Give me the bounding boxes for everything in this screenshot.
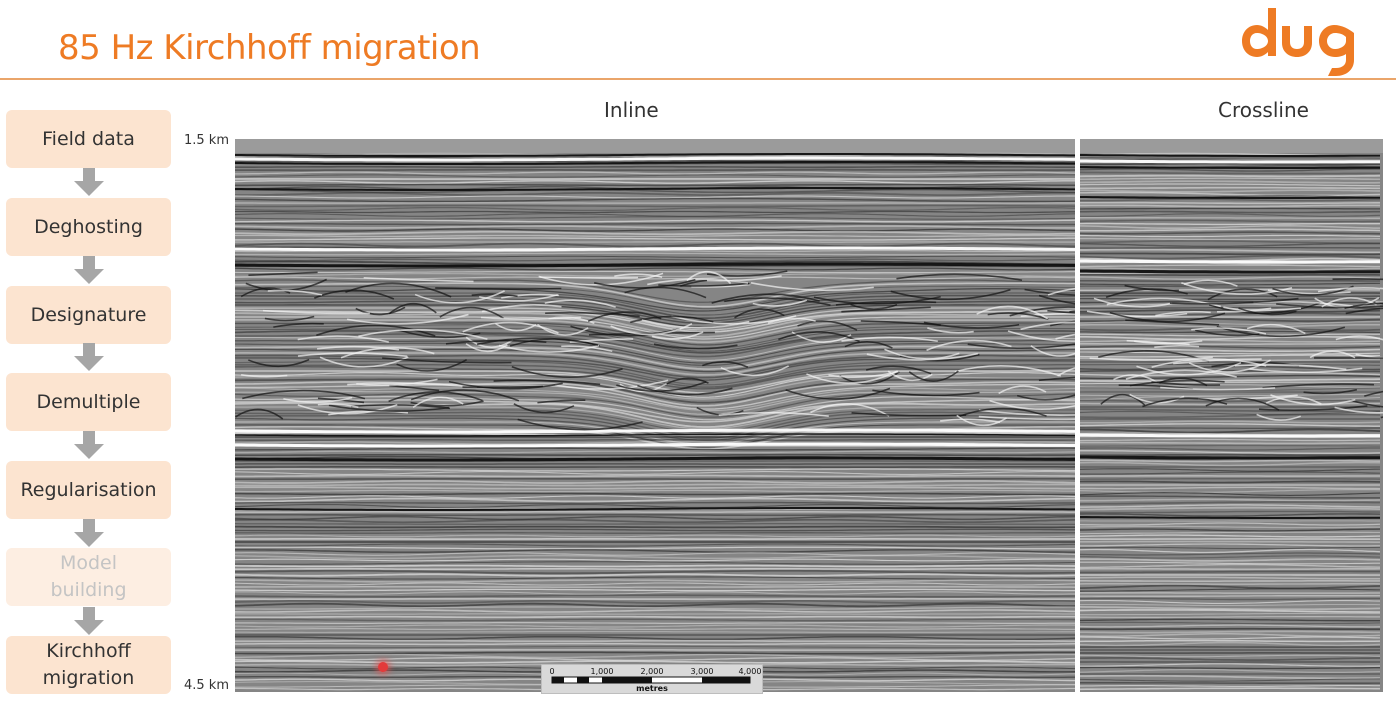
workflow-step: Kirchhoff migration [6,636,171,694]
down-arrow-icon [74,607,104,635]
scale-bar: 0 1,000 2,000 3,000 4,000 metres [541,664,763,694]
depth-top-label: 1.5 km [184,133,229,148]
inline-label: Inline [604,98,659,122]
title-divider [0,78,1396,80]
scale-tick-label: 0 [549,667,554,676]
workflow-step: Demultiple [6,373,171,431]
scale-tick-label: 4,000 [739,667,762,676]
pointer-highlight [378,662,388,672]
scale-tick-label: 1,000 [591,667,614,676]
inline-seismic-section [235,139,1075,692]
workflow-step: Regularisation [6,461,171,519]
down-arrow-icon [74,168,104,196]
workflow-step: Field data [6,110,171,168]
depth-bottom-label: 4.5 km [184,678,229,693]
dug-logo: dug [1238,4,1354,76]
page-title: 85 Hz Kirchhoff migration [58,28,481,68]
crossline-seismic-section [1080,139,1383,692]
scale-unit-label: metres [636,684,668,693]
scale-tick-label: 2,000 [641,667,664,676]
down-arrow-icon [74,519,104,547]
down-arrow-icon [74,343,104,371]
down-arrow-icon [74,256,104,284]
workflow-step: Model building [6,548,171,606]
workflow-step: Deghosting [6,198,171,256]
crossline-label: Crossline [1218,98,1309,122]
logo-text: dug [1238,4,1240,5]
workflow-step: Designature [6,286,171,344]
down-arrow-icon [74,431,104,459]
scale-tick-label: 3,000 [691,667,714,676]
